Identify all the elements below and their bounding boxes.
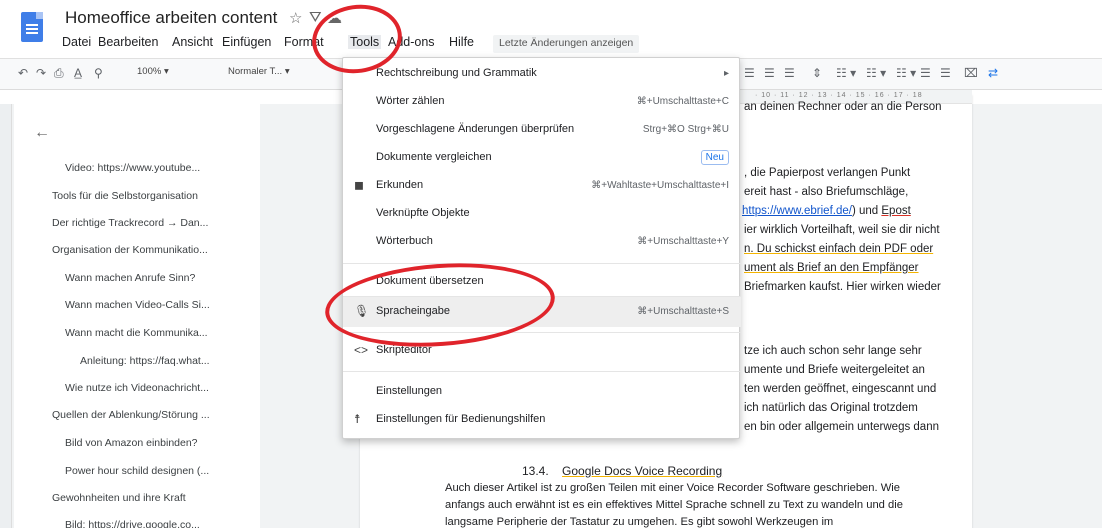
vertical-ruler (0, 104, 12, 528)
accessibility-icon: ☨ (354, 412, 361, 426)
outline-item[interactable]: Wie nutze ich Videonachricht... (65, 382, 209, 394)
doc-paragraph-line: anfangs auch erwähnt ist es ein effektiv… (445, 499, 903, 511)
menu-item-review-suggestions[interactable]: Vorgeschlagene Änderungen überprüfen Str… (343, 117, 741, 145)
code-icon: <> (354, 343, 369, 357)
ebrief-link[interactable]: https://www.ebrief.de/ (742, 205, 852, 217)
menu-item-spelling-grammar[interactable]: Rechtschreibung und Grammatik ▸ (343, 61, 741, 89)
doc-line: tze ich auch schon sehr lange sehr (744, 345, 922, 357)
menu-einfuegen[interactable]: Einfügen (222, 35, 271, 49)
menu-datei[interactable]: Datei (62, 35, 91, 49)
outline-item[interactable]: Bild: https://drive.google.co... (65, 519, 200, 528)
heading-number: 13.4. (522, 464, 549, 478)
tools-dropdown-menu: Rechtschreibung und Grammatik ▸ Wörter z… (342, 57, 741, 439)
print-icon[interactable]: ⎙ (54, 66, 64, 81)
doc-line: ier wirklich Vorteilhaft, weil sie dir n… (744, 224, 940, 236)
doc-line: Briefmarken kaufst. Hier wirken wieder (744, 281, 941, 293)
bulleted-list-icon[interactable]: ☷ ▾ (866, 66, 886, 80)
paint-format-icon[interactable]: ⚲ (94, 66, 103, 80)
doc-paragraph-line: Auch dieser Artikel ist zu großen Teilen… (445, 482, 900, 494)
align-right-icon[interactable]: ☰ (744, 66, 755, 80)
menu-hilfe[interactable]: Hilfe (449, 35, 474, 49)
star-icon[interactable]: ☆ (289, 9, 302, 27)
submenu-arrow-icon: ▸ (723, 68, 729, 79)
outline-item[interactable]: Anleitung: https://faq.what... (80, 355, 210, 367)
checklist-icon[interactable]: ☷ ▾ (836, 66, 856, 80)
document-title[interactable]: Homeoffice arbeiten content (65, 8, 277, 28)
menu-separator (343, 371, 741, 372)
epost-word: Epost (881, 205, 911, 217)
style-select[interactable]: Normaler T... ▾ (228, 66, 290, 77)
outline-item[interactable]: Wann macht die Kommunika... (65, 327, 208, 339)
doc-line-links: https://www.ebrief.de/) und Epost (742, 205, 911, 217)
doc-line: an deinen Rechner oder an die Person (744, 101, 942, 113)
doc-line: umente und Briefe weitergeleitet an (744, 364, 925, 376)
text-direction-icon[interactable]: ⇄ (988, 66, 998, 80)
redo-icon[interactable]: ↷ (36, 66, 46, 80)
numbered-list-icon[interactable]: ☷ ▾ (896, 66, 916, 80)
doc-line: en bin oder allgemein unterwegs dann (744, 421, 939, 433)
doc-line: n. Du schickst einfach dein PDF oder (744, 243, 934, 255)
increase-indent-icon[interactable]: ☰ (940, 66, 951, 80)
new-badge: Neu (700, 150, 729, 165)
last-changes-link[interactable]: Letzte Änderungen anzeigen (493, 35, 640, 53)
spellcheck-icon[interactable]: A̲ (74, 66, 82, 80)
outline-item[interactable]: Video: https://www.youtube... (65, 162, 200, 174)
menu-bearbeiten[interactable]: Bearbeiten (98, 35, 158, 49)
menu-separator (343, 263, 741, 264)
align-icon[interactable]: ☰ (784, 66, 795, 80)
menu-item-linked-objects[interactable]: Verknüpfte Objekte (343, 201, 741, 229)
doc-line: , die Papierpost verlangen Punkt (744, 167, 911, 179)
menu-item-compare-documents[interactable]: Dokumente vergleichen Neu (343, 145, 741, 173)
line-spacing-icon[interactable]: ⇕ (812, 66, 822, 80)
doc-paragraph-line: langsame Peripherie der Tastatur zu umge… (445, 516, 834, 528)
heading-text: Google Docs Voice Recording (562, 464, 723, 478)
doc-line: ument als Brief an den Empfänger (744, 262, 919, 274)
decrease-indent-icon[interactable]: ☰ (920, 66, 931, 80)
app-header: Homeoffice arbeiten content ☆ ⛛ ☁ Datei … (0, 0, 1102, 58)
clear-formatting-icon[interactable]: ⌧ (964, 66, 978, 80)
outline-item[interactable]: Wann machen Video-Calls Si... (65, 299, 210, 311)
doc-line: ich natürlich das Original trotzdem (744, 402, 918, 414)
doc-line: ten werden geöffnet, eingescannt und (744, 383, 937, 395)
docs-logo-icon[interactable] (21, 12, 43, 42)
doc-line: ereit hast - also Briefumschläge, (744, 186, 909, 198)
outline-item[interactable]: Bild von Amazon einbinden? (65, 437, 198, 449)
back-arrow-icon[interactable]: ← (34, 124, 50, 142)
outline-item[interactable]: Quellen der Ablenkung/Störung ... (52, 409, 210, 421)
menu-item-explore[interactable]: ◼ Erkunden ⌘+Wahltaste+Umschalttaste+I (343, 173, 741, 201)
outline-item[interactable]: Tools für die Selbstorganisation (52, 190, 198, 202)
undo-icon[interactable]: ↶ (18, 66, 28, 80)
section-heading: 13.4. Google Docs Voice Recording (522, 464, 722, 478)
outline-item[interactable]: Organisation der Kommunikatio... (52, 244, 208, 256)
menu-item-accessibility[interactable]: ☨ Einstellungen für Bedienungshilfen (343, 407, 741, 435)
explore-icon: ◼ (354, 178, 364, 192)
menu-ansicht[interactable]: Ansicht (172, 35, 213, 49)
ruler-numbers: · 10 · 11 · 12 · 13 · 14 · 15 · 16 · 17 … (755, 92, 923, 99)
outline-item[interactable]: Wann machen Anrufe Sinn? (65, 272, 195, 284)
outline-item[interactable]: Gewohnheiten und ihre Kraft (52, 492, 186, 504)
menu-item-preferences[interactable]: Einstellungen (343, 379, 741, 407)
outline-item[interactable]: Power hour schild designen (... (65, 465, 209, 477)
align-justify-icon[interactable]: ☰ (764, 66, 775, 80)
menu-item-dictionary[interactable]: Wörterbuch ⌘+Umschalttaste+Y (343, 229, 741, 257)
menu-item-word-count[interactable]: Wörter zählen ⌘+Umschalttaste+C (343, 89, 741, 117)
zoom-select[interactable]: 100% ▾ (137, 66, 169, 77)
outline-item[interactable]: Der richtige Trackrecord → Dan... (52, 217, 208, 229)
